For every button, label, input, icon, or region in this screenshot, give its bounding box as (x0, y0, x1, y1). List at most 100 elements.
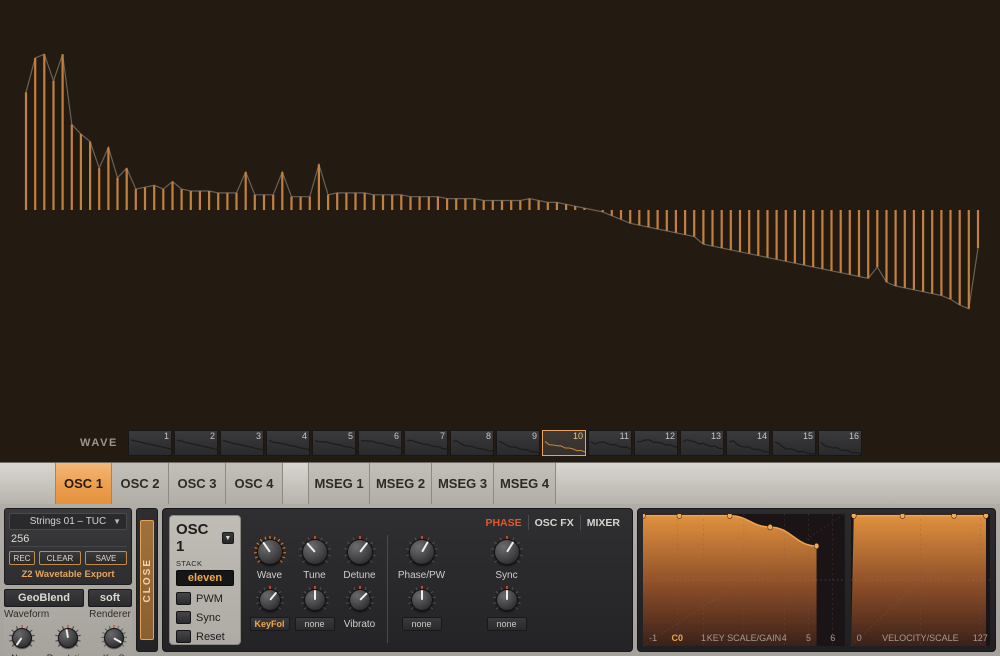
tab-osc-3[interactable]: OSC 3 (169, 463, 226, 504)
knob-keys-dial[interactable] (100, 624, 128, 652)
wave-cell-number: 9 (532, 431, 537, 441)
wave-cell-number: 13 (711, 431, 721, 441)
wave-cell-9[interactable]: 9 (496, 430, 540, 456)
osc-menu-icon[interactable]: ▼ (222, 532, 234, 544)
toggle-label: Sync (196, 612, 220, 624)
velocity-scale-axis: 0VELOCITY/SCALE127 (851, 630, 990, 646)
wave-cell-number: 15 (803, 431, 813, 441)
harmonic-spectrum-display[interactable] (0, 0, 1000, 462)
knob-pointer (314, 590, 316, 600)
knob-resolution-dial[interactable] (54, 624, 82, 652)
wave-cell-3[interactable]: 3 (220, 430, 264, 456)
knob-mod-right-1[interactable] (492, 585, 522, 615)
osc-title-row: OSC 1 ▼ (176, 521, 234, 555)
wave-cell-14[interactable]: 14 (726, 430, 770, 456)
knob-mod-2[interactable] (345, 585, 375, 615)
checkbox-icon[interactable] (176, 592, 191, 605)
wave-cell-10[interactable]: 10 (542, 430, 586, 456)
toggle-pwm[interactable]: PWM (176, 592, 234, 605)
wave-cell-number: 10 (573, 431, 583, 441)
mode-tab-mixer[interactable]: MIXER (580, 515, 626, 530)
mod-source-1[interactable]: none (295, 617, 335, 631)
knob-sync[interactable] (490, 535, 524, 569)
knob-phase-pw[interactable] (405, 535, 439, 569)
knob-label: Detune (343, 570, 375, 581)
waveform-renderer-panel: GeoBlend soft Waveform Renderer NormReso… (4, 589, 132, 656)
knob-norm-dial[interactable] (8, 624, 36, 652)
oscillator-panel: OSC 1 ▼ STACK eleven PWMSyncReset PHASEO… (162, 508, 633, 652)
wave-cell-number: 3 (256, 431, 261, 441)
mode-tab-phase[interactable]: PHASE (479, 515, 527, 530)
knob-column-detune: DetuneVibrato (337, 533, 382, 631)
knob-keys: KeyS (100, 624, 128, 656)
knob-mod-0[interactable] (255, 585, 285, 615)
tab-mseg-3[interactable]: MSEG 3 (432, 463, 494, 504)
wave-cell-16[interactable]: 16 (818, 430, 862, 456)
axis-tick-label: 5 (806, 633, 811, 643)
stack-label: STACK (176, 559, 234, 568)
wave-strip-label: WAVE (0, 437, 128, 449)
wave-cell-6[interactable]: 6 (358, 430, 402, 456)
close-panel-button[interactable]: CLOSE (136, 508, 158, 652)
waveform-select-button[interactable]: GeoBlend (4, 589, 84, 607)
wave-cell-1[interactable]: 1 (128, 430, 172, 456)
knob-column-wave: Wave KeyFol (247, 533, 292, 631)
wave-cell-4[interactable]: 4 (266, 430, 310, 456)
tab-osc-1[interactable]: OSC 1 (55, 463, 112, 504)
waveform-renderer-row: GeoBlend soft (4, 589, 132, 607)
key-scale-graph[interactable]: -1C01KEY SCALE/GAIN456 (643, 514, 845, 646)
mod-source-right-1[interactable]: none (487, 617, 527, 631)
checkbox-icon[interactable] (176, 611, 191, 624)
knob-mod-right-0[interactable] (407, 585, 437, 615)
osc-title: OSC 1 (176, 521, 218, 555)
mod-source-right-0[interactable]: none (402, 617, 442, 631)
wave-cell-15[interactable]: 15 (772, 430, 816, 456)
key-scale-canvas[interactable] (643, 514, 845, 646)
axis-tick-label: KEY SCALE/GAIN (707, 633, 781, 643)
wave-cell-13[interactable]: 13 (680, 430, 724, 456)
tab-mseg-1[interactable]: MSEG 1 (308, 463, 370, 504)
knob-label: Wave (257, 570, 282, 581)
axis-tick-label: VELOCITY/SCALE (882, 633, 959, 643)
tab-mseg-4[interactable]: MSEG 4 (494, 463, 556, 504)
stack-value-field[interactable]: eleven (176, 570, 234, 586)
tab-osc-4[interactable]: OSC 4 (226, 463, 283, 504)
wave-cell-2[interactable]: 2 (174, 430, 218, 456)
wave-cell-12[interactable]: 12 (634, 430, 678, 456)
wave-cell-7[interactable]: 7 (404, 430, 448, 456)
mode-tab-osc-fx[interactable]: OSC FX (528, 515, 580, 530)
tab-osc-2[interactable]: OSC 2 (112, 463, 169, 504)
io-button-row: REC CLEAR SAVE (9, 551, 127, 565)
renderer-select-button[interactable]: soft (88, 589, 132, 607)
sample-count-field[interactable]: 256 (9, 533, 127, 547)
osc-knob-area: PHASEOSC FXMIXER WaveKeyFolTunenoneDetun… (247, 515, 626, 645)
wave-cell-number: 8 (486, 431, 491, 441)
knob-tune[interactable] (298, 535, 332, 569)
knob-detune[interactable] (343, 535, 377, 569)
clear-button[interactable]: CLEAR (39, 551, 81, 565)
mod-source-0[interactable]: KeyFol (250, 617, 290, 631)
wave-cell-5[interactable]: 5 (312, 430, 356, 456)
wave-cell-number: 5 (348, 431, 353, 441)
velocity-scale-canvas[interactable] (851, 514, 990, 646)
rec-button[interactable]: REC (9, 551, 35, 565)
axis-tick-label: 1 (701, 633, 706, 643)
save-button[interactable]: SAVE (85, 551, 127, 565)
checkbox-icon[interactable] (176, 630, 191, 643)
wavetable-export-label[interactable]: Z2 Wavetable Export (9, 569, 127, 580)
wave-strip: WAVE 12345678910111213141516 (0, 424, 1000, 462)
knob-mod-1[interactable] (300, 585, 330, 615)
preset-dropdown[interactable]: Strings 01 – TUC ▼ (9, 513, 127, 530)
renderer-caption: Renderer (88, 609, 132, 620)
velocity-scale-graph[interactable]: 0VELOCITY/SCALE127 (851, 514, 990, 646)
tab-mseg-2[interactable]: MSEG 2 (370, 463, 432, 504)
wave-cell-number: 1 (164, 431, 169, 441)
toggle-reset[interactable]: Reset (176, 630, 234, 643)
knob-pointer (421, 590, 423, 600)
wave-cell-11[interactable]: 11 (588, 430, 632, 456)
toggle-sync[interactable]: Sync (176, 611, 234, 624)
knob-wave[interactable] (253, 535, 287, 569)
wave-cell-8[interactable]: 8 (450, 430, 494, 456)
spectrum-canvas[interactable] (0, 0, 1000, 462)
knob-column-sync: Syncnone (484, 533, 529, 631)
